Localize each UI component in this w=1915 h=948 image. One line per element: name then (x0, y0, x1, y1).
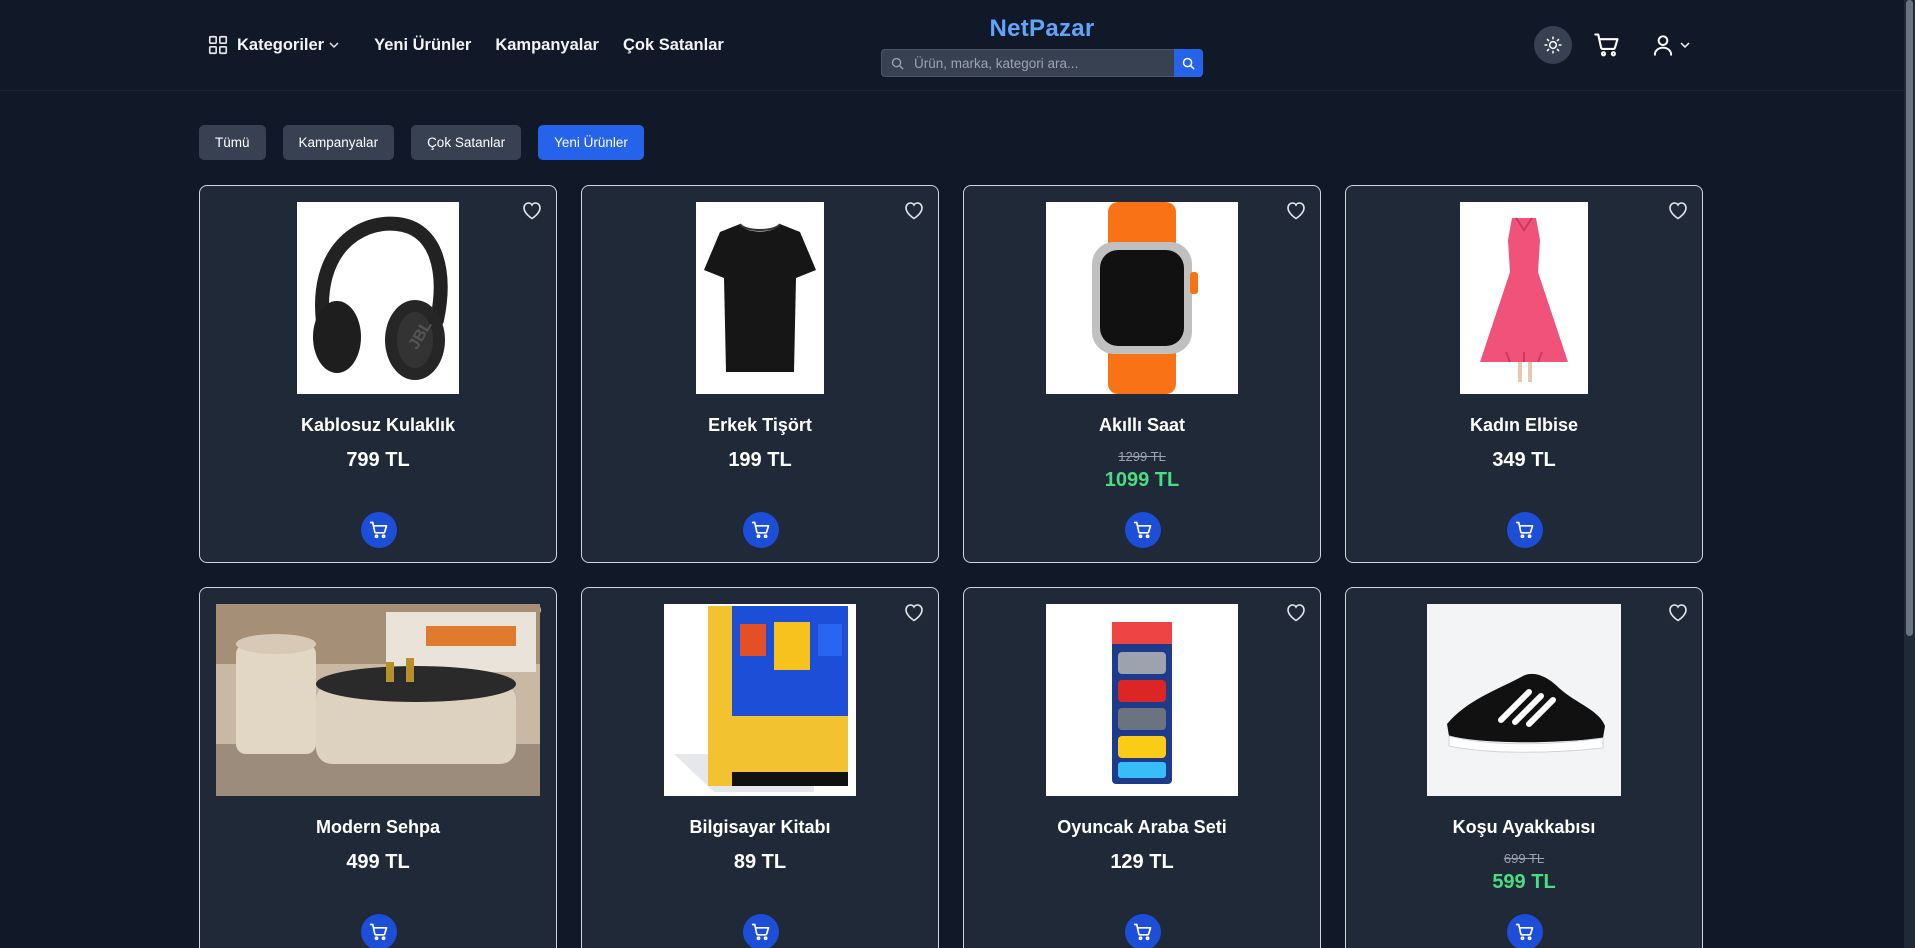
user-menu[interactable] (1650, 31, 1691, 59)
add-to-cart-button[interactable] (1507, 512, 1543, 548)
product-old-price: 699 TL (1503, 851, 1545, 866)
product-name: Akıllı Saat (1098, 415, 1186, 435)
search-icon (891, 57, 904, 70)
add-to-cart-button[interactable] (743, 914, 779, 948)
search-bar (881, 49, 1203, 77)
product-name: Oyuncak Araba Seti (1057, 817, 1227, 837)
product-price: 89 TL (733, 851, 787, 873)
book-image (664, 604, 856, 796)
scrollbar-thumb[interactable] (1906, 0, 1913, 636)
cart-icon (1133, 521, 1152, 539)
grid-icon (208, 35, 228, 55)
product-card[interactable]: Oyuncak Araba Seti 129 TL (963, 587, 1321, 948)
product-sale-price: 1099 TL (1104, 469, 1180, 491)
dress-image (1460, 202, 1588, 394)
product-card[interactable]: Koşu Ayakkabısı 699 TL 599 TL (1345, 587, 1703, 948)
filter-new-products[interactable]: Yeni Ürünler (538, 125, 644, 160)
cart-icon (751, 521, 770, 539)
product-name: Bilgisayar Kitabı (689, 817, 831, 837)
product-image-tshirt[interactable] (696, 202, 824, 394)
page: Kategoriler Yeni Ürünler Kampanyalar Çok… (0, 0, 1915, 948)
chevron-down-icon (329, 42, 339, 49)
product-image-dress[interactable] (1460, 202, 1588, 394)
main-nav: Kategoriler Yeni Ürünler Kampanyalar Çok… (207, 30, 748, 60)
product-card[interactable]: JBL Kablosuz Kulaklık 799 TL (199, 185, 557, 563)
product-card[interactable]: Akıllı Saat 1299 TL 1099 TL (963, 185, 1321, 563)
product-name: Koşu Ayakkabısı (1452, 817, 1596, 837)
product-price: 349 TL (1492, 449, 1556, 471)
add-to-cart-button[interactable] (1125, 914, 1161, 948)
search-input[interactable] (914, 55, 1174, 71)
product-image-headphones[interactable]: JBL (297, 202, 459, 394)
filter-campaigns[interactable]: Kampanyalar (282, 125, 395, 160)
user-icon (1653, 35, 1673, 56)
cart-icon (1594, 33, 1619, 57)
product-old-price: 1299 TL (1118, 449, 1166, 464)
product-card[interactable]: Kadın Elbise 349 TL (1345, 185, 1703, 563)
add-to-cart-button[interactable] (1507, 914, 1543, 948)
smartwatch-image (1046, 202, 1238, 394)
running-shoe-image (1427, 604, 1621, 796)
sun-icon (1544, 36, 1562, 54)
site-logo[interactable]: NetPazar (980, 15, 1104, 43)
product-price: 129 TL (1110, 851, 1174, 873)
filter-all[interactable]: Tümü (199, 125, 266, 160)
product-image-coffee-table[interactable] (216, 604, 540, 796)
product-name: Kablosuz Kulaklık (300, 415, 456, 435)
search-button[interactable] (1174, 49, 1203, 77)
filter-best-sellers[interactable]: Çok Satanlar (411, 125, 522, 160)
top-navbar: Kategoriler Yeni Ürünler Kampanyalar Çok… (0, 0, 1915, 91)
product-price: 199 TL (728, 449, 792, 471)
add-to-cart-button[interactable] (361, 914, 397, 948)
product-image-smartwatch[interactable] (1046, 202, 1238, 394)
add-to-cart-button[interactable] (361, 512, 397, 548)
product-card[interactable]: Bilgisayar Kitabı 89 TL (581, 587, 939, 948)
product-image-running-shoe[interactable] (1427, 604, 1621, 796)
search-icon (1182, 57, 1195, 70)
product-sale-price: 599 TL (1492, 871, 1556, 893)
product-name: Kadın Elbise (1469, 415, 1579, 435)
nav-categories[interactable]: Kategoriler (207, 34, 340, 56)
product-card[interactable]: Erkek Tişört 199 TL (581, 185, 939, 563)
coffee-table-image (216, 604, 540, 796)
cart-icon (1515, 521, 1534, 539)
cart-icon (369, 923, 388, 941)
nav-categories-label: Kategoriler (237, 35, 325, 54)
cart-icon (1515, 923, 1534, 941)
product-price: 799 TL (346, 449, 410, 471)
product-price: 499 TL (346, 851, 410, 873)
add-to-cart-button[interactable] (1125, 512, 1161, 548)
cart-icon (751, 923, 770, 941)
toy-cars-image (1046, 604, 1238, 796)
product-card[interactable]: Modern Sehpa 499 TL (199, 587, 557, 948)
product-image-toy-cars[interactable] (1046, 604, 1238, 796)
search-field (881, 49, 1174, 77)
product-name: Erkek Tişört (708, 415, 812, 435)
headphones-image: JBL (297, 202, 459, 394)
cart-icon (369, 521, 388, 539)
chevron-down-icon (1680, 42, 1690, 49)
nav-campaigns[interactable]: Kampanyalar (495, 36, 599, 55)
theme-toggle-button[interactable] (1534, 26, 1572, 64)
product-name: Modern Sehpa (315, 817, 440, 837)
add-to-cart-button[interactable] (743, 512, 779, 548)
nav-best-sellers[interactable]: Çok Satanlar (623, 36, 724, 55)
page-scrollbar[interactable] (1904, 0, 1915, 948)
cart-button[interactable] (1593, 31, 1621, 59)
nav-new-products[interactable]: Yeni Ürünler (374, 36, 471, 55)
product-image-book[interactable] (664, 604, 856, 796)
filter-bar: Tümü Kampanyalar Çok Satanlar Yeni Ürünl… (199, 125, 661, 160)
cart-icon (1133, 923, 1152, 941)
tshirt-image (696, 202, 824, 394)
